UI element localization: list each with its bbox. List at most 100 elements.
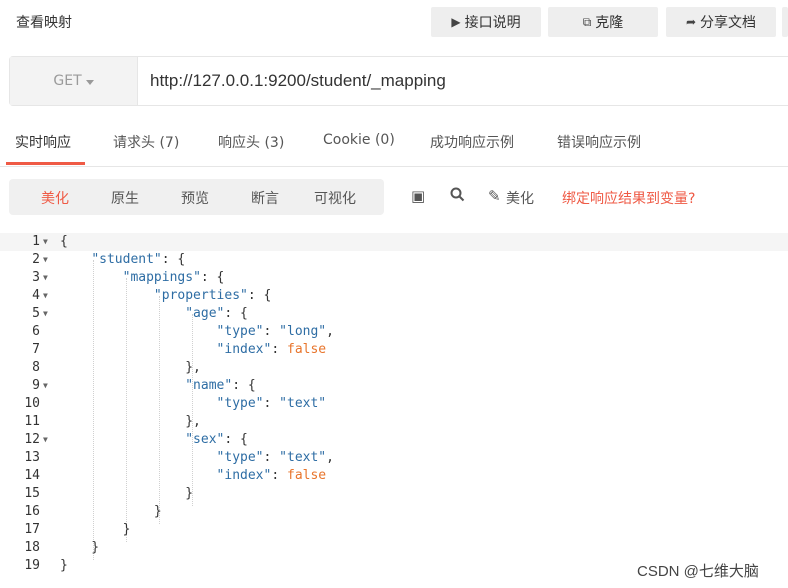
copy-icon[interactable]: ▣: [411, 187, 425, 205]
code-line: 4 ▼ "properties": {: [0, 287, 788, 305]
line-number: 1: [32, 234, 40, 249]
method-label: GET: [53, 73, 82, 89]
code-text: }: [60, 504, 162, 519]
code-line: 16 }: [0, 503, 788, 521]
format-visualize[interactable]: 可视化: [314, 188, 356, 208]
fold-arrow-icon[interactable]: ▼: [43, 305, 48, 323]
tab-request-headers[interactable]: 请求头 (7): [113, 132, 179, 152]
url-input[interactable]: http://127.0.0.1:9200/student/_mapping: [150, 71, 446, 91]
code-text: },: [60, 360, 201, 375]
api-doc-button[interactable]: ▶ 接口说明: [431, 7, 541, 37]
code-text: "sex": {: [185, 432, 248, 447]
fold-arrow-icon[interactable]: ▼: [43, 431, 48, 449]
share-doc-button[interactable]: ➦ 分享文档: [666, 7, 776, 37]
more-button[interactable]: [782, 7, 788, 37]
code-line: 6 "type": "long",: [0, 323, 788, 341]
line-number: 8: [32, 360, 40, 375]
line-number: 14: [24, 468, 40, 483]
code-line: 7 "index": false: [0, 341, 788, 359]
search-icon[interactable]: [450, 187, 465, 206]
line-number: 13: [24, 450, 40, 465]
tab-error-example[interactable]: 错误响应示例: [557, 132, 641, 152]
code-text: "student": {: [91, 252, 186, 267]
api-doc-label: 接口说明: [464, 15, 521, 31]
code-line: 11 },: [0, 413, 788, 431]
line-number: 19: [24, 558, 40, 573]
request-bar: GET http://127.0.0.1:9200/student/_mappi…: [9, 56, 788, 106]
line-number: 6: [32, 324, 40, 339]
format-preview[interactable]: 预览: [181, 188, 209, 208]
line-number: 2: [32, 252, 40, 267]
method-select[interactable]: GET: [10, 57, 138, 105]
share-icon: ➦: [685, 15, 697, 29]
tab-success-example[interactable]: 成功响应示例: [430, 132, 514, 152]
code-text: "properties": {: [153, 288, 272, 303]
code-line: 15 }: [0, 485, 788, 503]
format-raw[interactable]: 原生: [111, 188, 139, 208]
response-tabs: 实时响应 请求头 (7) 响应头 (3) Cookie (0) 成功响应示例 错…: [0, 116, 788, 167]
code-line: 3 ▼ "mappings": {: [0, 269, 788, 287]
code-text: }: [60, 540, 100, 555]
code-text: },: [60, 414, 201, 429]
code-line: 5 ▼ "age": {: [0, 305, 788, 323]
watermark: CSDN @七维大脑: [637, 563, 759, 580]
line-number: 18: [24, 540, 40, 555]
tab-cookie[interactable]: Cookie (0): [323, 132, 395, 148]
code-line: 9 ▼ "name": {: [0, 377, 788, 395]
fold-arrow-icon[interactable]: ▼: [43, 251, 48, 269]
line-number: 11: [24, 414, 40, 429]
clone-button[interactable]: ⧉ 克隆: [548, 7, 658, 37]
code-text: "type": "text": [216, 396, 327, 411]
code-text: "age": {: [185, 306, 248, 321]
fold-arrow-icon[interactable]: ▼: [43, 287, 48, 305]
code-line: 18 }: [0, 539, 788, 557]
format-beautify[interactable]: 美化: [41, 188, 69, 208]
top-bar: 查看映射 ▶ 接口说明 ⧉ 克隆 ➦ 分享文档: [0, 0, 788, 44]
code-text: "type": "long",: [216, 324, 334, 339]
code-line: 13 "type": "text",: [0, 449, 788, 467]
page-title: 查看映射: [16, 15, 72, 31]
code-text: "index": false: [216, 468, 327, 483]
chevron-down-icon: [85, 79, 94, 85]
line-number: 3: [32, 270, 40, 285]
code-line: 8 },: [0, 359, 788, 377]
line-number: 5: [32, 306, 40, 321]
code-line: 2 ▼ "student": {: [0, 251, 788, 269]
magic-wand-icon[interactable]: ✎: [488, 187, 501, 205]
fold-arrow-icon[interactable]: ▼: [43, 269, 48, 287]
code-line: 14 "index": false: [0, 467, 788, 485]
line-number: 15: [24, 486, 40, 501]
line-number: 16: [24, 504, 40, 519]
copy-icon: ⧉: [582, 14, 592, 29]
code-line: 1 ▼ {: [0, 233, 788, 251]
code-text: "mappings": {: [122, 270, 225, 285]
code-text: {: [60, 234, 68, 249]
tab-response-headers[interactable]: 响应头 (3): [218, 132, 284, 152]
tab-realtime-response[interactable]: 实时响应: [15, 132, 71, 152]
format-assert[interactable]: 断言: [251, 188, 279, 208]
code-text: "name": {: [185, 378, 256, 393]
bind-response-link[interactable]: 绑定响应结果到变量?: [562, 188, 695, 208]
fold-arrow-icon[interactable]: ▼: [43, 233, 48, 251]
code-text: "type": "text",: [216, 450, 334, 465]
active-tab-indicator: [6, 162, 85, 165]
line-number: 10: [24, 396, 40, 411]
code-line: 10 "type": "text": [0, 395, 788, 413]
line-number: 17: [24, 522, 40, 537]
code-text: }: [60, 558, 68, 573]
fold-arrow-icon[interactable]: ▼: [43, 377, 48, 395]
play-icon: ▶: [451, 15, 461, 29]
line-number: 7: [32, 342, 40, 357]
code-text: "index": false: [216, 342, 327, 357]
format-tabs: 美化 原生 预览 断言 可视化: [9, 179, 384, 215]
line-number: 9: [32, 378, 40, 393]
code-line: 12 ▼ "sex": {: [0, 431, 788, 449]
share-doc-label: 分享文档: [700, 15, 757, 31]
response-code-viewer[interactable]: 1 ▼ { 2 ▼ "student": { 3 ▼ "mappings": {…: [0, 233, 788, 578]
line-number: 4: [32, 288, 40, 303]
line-number: 12: [24, 432, 40, 447]
beautify-button[interactable]: 美化: [506, 188, 534, 208]
clone-label: 克隆: [595, 15, 624, 31]
code-line: 17 }: [0, 521, 788, 539]
code-text: }: [60, 522, 131, 537]
